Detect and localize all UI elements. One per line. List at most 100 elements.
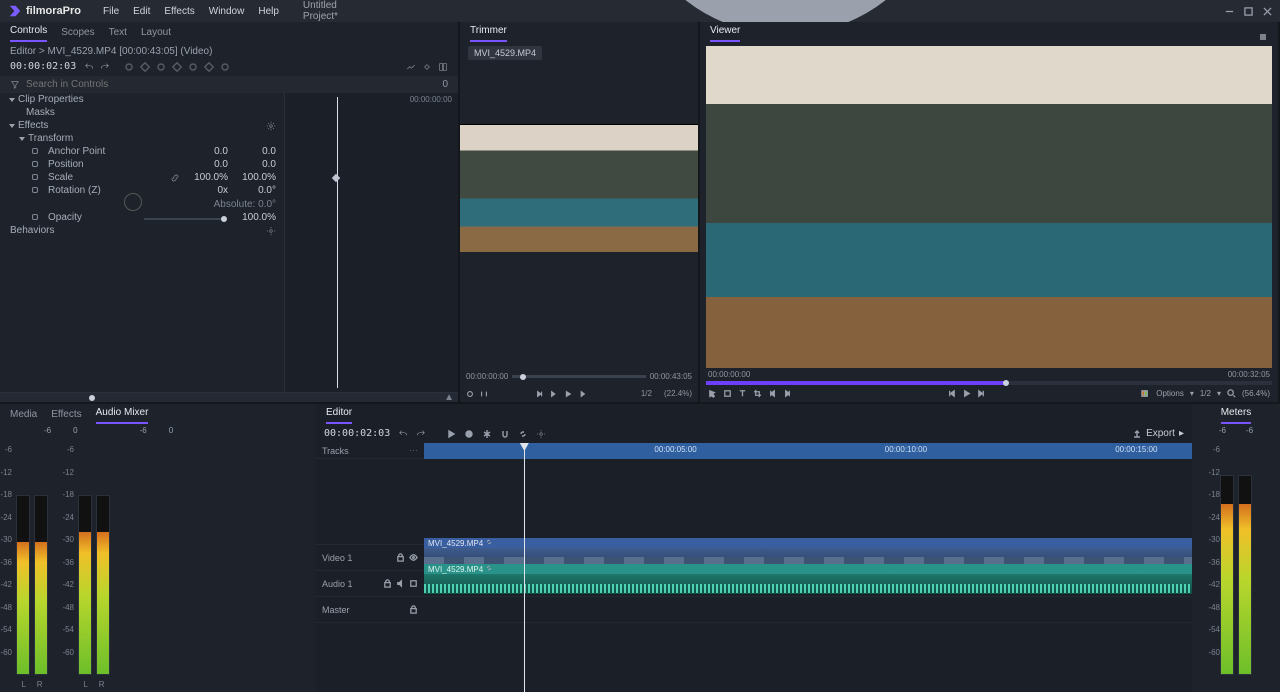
out-point-icon[interactable] bbox=[783, 389, 792, 398]
tab-effects-lower[interactable]: Effects bbox=[51, 409, 81, 424]
trimmer-clip-chip[interactable]: MVI_4529.MP4 bbox=[468, 46, 542, 60]
timeline-timecode[interactable]: 00:00:02:03 bbox=[324, 428, 390, 439]
redo-icon[interactable] bbox=[416, 429, 426, 439]
viewer-page[interactable]: 1/2 bbox=[1200, 389, 1211, 398]
in-point-icon[interactable] bbox=[768, 389, 777, 398]
anchor-x[interactable]: 0.0 bbox=[180, 146, 228, 157]
step-back-icon[interactable] bbox=[550, 390, 558, 398]
controls-scrollbar[interactable]: ▲ bbox=[0, 392, 458, 402]
group-masks[interactable]: Masks bbox=[26, 107, 276, 118]
in-out-icon[interactable] bbox=[480, 390, 488, 398]
zoom-icon[interactable] bbox=[1227, 389, 1236, 398]
redo-icon[interactable] bbox=[100, 62, 110, 72]
gear-icon[interactable] bbox=[266, 226, 276, 236]
scale-x[interactable]: 100.0% bbox=[180, 172, 228, 183]
maximize-icon[interactable] bbox=[1244, 7, 1253, 16]
controls-timecode[interactable]: 00:00:02:03 bbox=[10, 61, 76, 72]
track-video1[interactable]: Video 1 bbox=[322, 553, 352, 563]
viewer-scrub[interactable] bbox=[706, 381, 1272, 385]
speaker-icon[interactable] bbox=[396, 579, 405, 588]
group-behaviors[interactable]: Behaviors bbox=[10, 225, 266, 236]
menu-file[interactable]: File bbox=[103, 6, 119, 17]
tab-trimmer[interactable]: Trimmer bbox=[470, 25, 507, 42]
viewer-preview[interactable] bbox=[706, 46, 1272, 368]
group-effects[interactable]: Effects bbox=[18, 120, 266, 131]
undo-icon[interactable] bbox=[84, 62, 94, 72]
hand-tool-icon[interactable] bbox=[723, 389, 732, 398]
timeline-playhead[interactable] bbox=[524, 443, 525, 692]
menu-effects[interactable]: Effects bbox=[164, 6, 194, 17]
group-clip-properties[interactable]: Clip Properties bbox=[18, 94, 276, 105]
lock-icon[interactable] bbox=[383, 579, 392, 588]
graph-playhead[interactable] bbox=[337, 97, 338, 388]
text-tool-icon[interactable] bbox=[738, 389, 747, 398]
go-start-icon[interactable] bbox=[947, 389, 956, 398]
snap-icon[interactable] bbox=[500, 429, 510, 439]
anchor-y[interactable]: 0.0 bbox=[228, 146, 276, 157]
eye-icon[interactable] bbox=[409, 553, 418, 562]
viewer-options[interactable]: Options bbox=[1156, 389, 1184, 398]
trimmer-scrub[interactable] bbox=[512, 375, 645, 378]
track-master[interactable]: Master bbox=[322, 605, 350, 615]
link-icon[interactable] bbox=[518, 429, 528, 439]
prop-rotation[interactable]: Rotation (Z) bbox=[48, 185, 180, 196]
rotation-dial[interactable] bbox=[124, 193, 142, 211]
tab-layout[interactable]: Layout bbox=[141, 27, 171, 42]
audio-clip[interactable]: MVI_4529.MP4 bbox=[424, 573, 1192, 594]
pos-x[interactable]: 0.0 bbox=[180, 159, 228, 170]
crop-icon[interactable] bbox=[753, 389, 762, 398]
panel-menu-icon[interactable] bbox=[1258, 32, 1268, 42]
timeline-ruler[interactable]: 00:00:05:00 00:00:10:00 00:00:15:00 bbox=[424, 443, 1192, 459]
link-icon[interactable] bbox=[170, 173, 180, 183]
trimmer-preview[interactable] bbox=[460, 124, 698, 252]
split-icon[interactable] bbox=[438, 62, 448, 72]
menu-edit[interactable]: Edit bbox=[133, 6, 150, 17]
export-button[interactable]: Export ▸ bbox=[1132, 428, 1184, 439]
go-end-icon[interactable] bbox=[977, 389, 986, 398]
tab-audio-mixer[interactable]: Audio Mixer bbox=[96, 407, 149, 424]
keyframe-nav-icons[interactable] bbox=[124, 62, 230, 72]
slice-icon[interactable] bbox=[482, 429, 492, 439]
minimize-icon[interactable] bbox=[1225, 7, 1234, 16]
tab-media[interactable]: Media bbox=[10, 409, 37, 424]
tab-controls[interactable]: Controls bbox=[10, 25, 47, 42]
record-icon[interactable] bbox=[464, 429, 474, 439]
keyframe-marker[interactable] bbox=[332, 174, 340, 182]
prev-frame-icon[interactable] bbox=[536, 390, 544, 398]
menu-help[interactable]: Help bbox=[258, 6, 279, 17]
prop-anchor[interactable]: Anchor Point bbox=[48, 146, 180, 157]
undo-icon[interactable] bbox=[398, 429, 408, 439]
opacity-slider[interactable] bbox=[144, 218, 224, 220]
tab-viewer[interactable]: Viewer bbox=[710, 25, 740, 42]
rot-turns[interactable]: 0x bbox=[180, 185, 228, 196]
tab-scopes[interactable]: Scopes bbox=[61, 27, 94, 42]
play-icon[interactable] bbox=[446, 429, 456, 439]
play-icon[interactable] bbox=[564, 390, 572, 398]
tab-meters[interactable]: Meters bbox=[1221, 407, 1252, 424]
rot-deg[interactable]: 0.0° bbox=[228, 185, 276, 196]
group-transform[interactable]: Transform bbox=[28, 133, 276, 144]
tab-editor[interactable]: Editor bbox=[326, 407, 352, 424]
tab-text[interactable]: Text bbox=[109, 27, 127, 42]
select-tool-icon[interactable] bbox=[708, 389, 717, 398]
lock-icon[interactable] bbox=[396, 553, 405, 562]
menu-window[interactable]: Window bbox=[209, 6, 245, 17]
opacity-val[interactable]: 100.0% bbox=[228, 212, 276, 223]
filter-icon[interactable] bbox=[10, 80, 20, 90]
step-fwd-icon[interactable] bbox=[578, 390, 586, 398]
prop-position[interactable]: Position bbox=[48, 159, 180, 170]
play-icon[interactable] bbox=[962, 389, 971, 398]
close-icon[interactable] bbox=[1263, 7, 1272, 16]
pos-y[interactable]: 0.0 bbox=[228, 159, 276, 170]
lock-icon[interactable] bbox=[409, 605, 418, 614]
prop-scale[interactable]: Scale bbox=[48, 172, 170, 183]
trimmer-page[interactable]: 1/2 bbox=[641, 389, 652, 398]
keyframe-icon[interactable] bbox=[422, 62, 432, 72]
gear-icon[interactable] bbox=[536, 429, 546, 439]
solo-icon[interactable] bbox=[409, 579, 418, 588]
graph-icon[interactable] bbox=[406, 62, 416, 72]
controls-search-input[interactable] bbox=[26, 79, 436, 90]
scale-y[interactable]: 100.0% bbox=[228, 172, 276, 183]
gear-icon[interactable] bbox=[266, 121, 276, 131]
track-audio1[interactable]: Audio 1 bbox=[322, 579, 353, 589]
